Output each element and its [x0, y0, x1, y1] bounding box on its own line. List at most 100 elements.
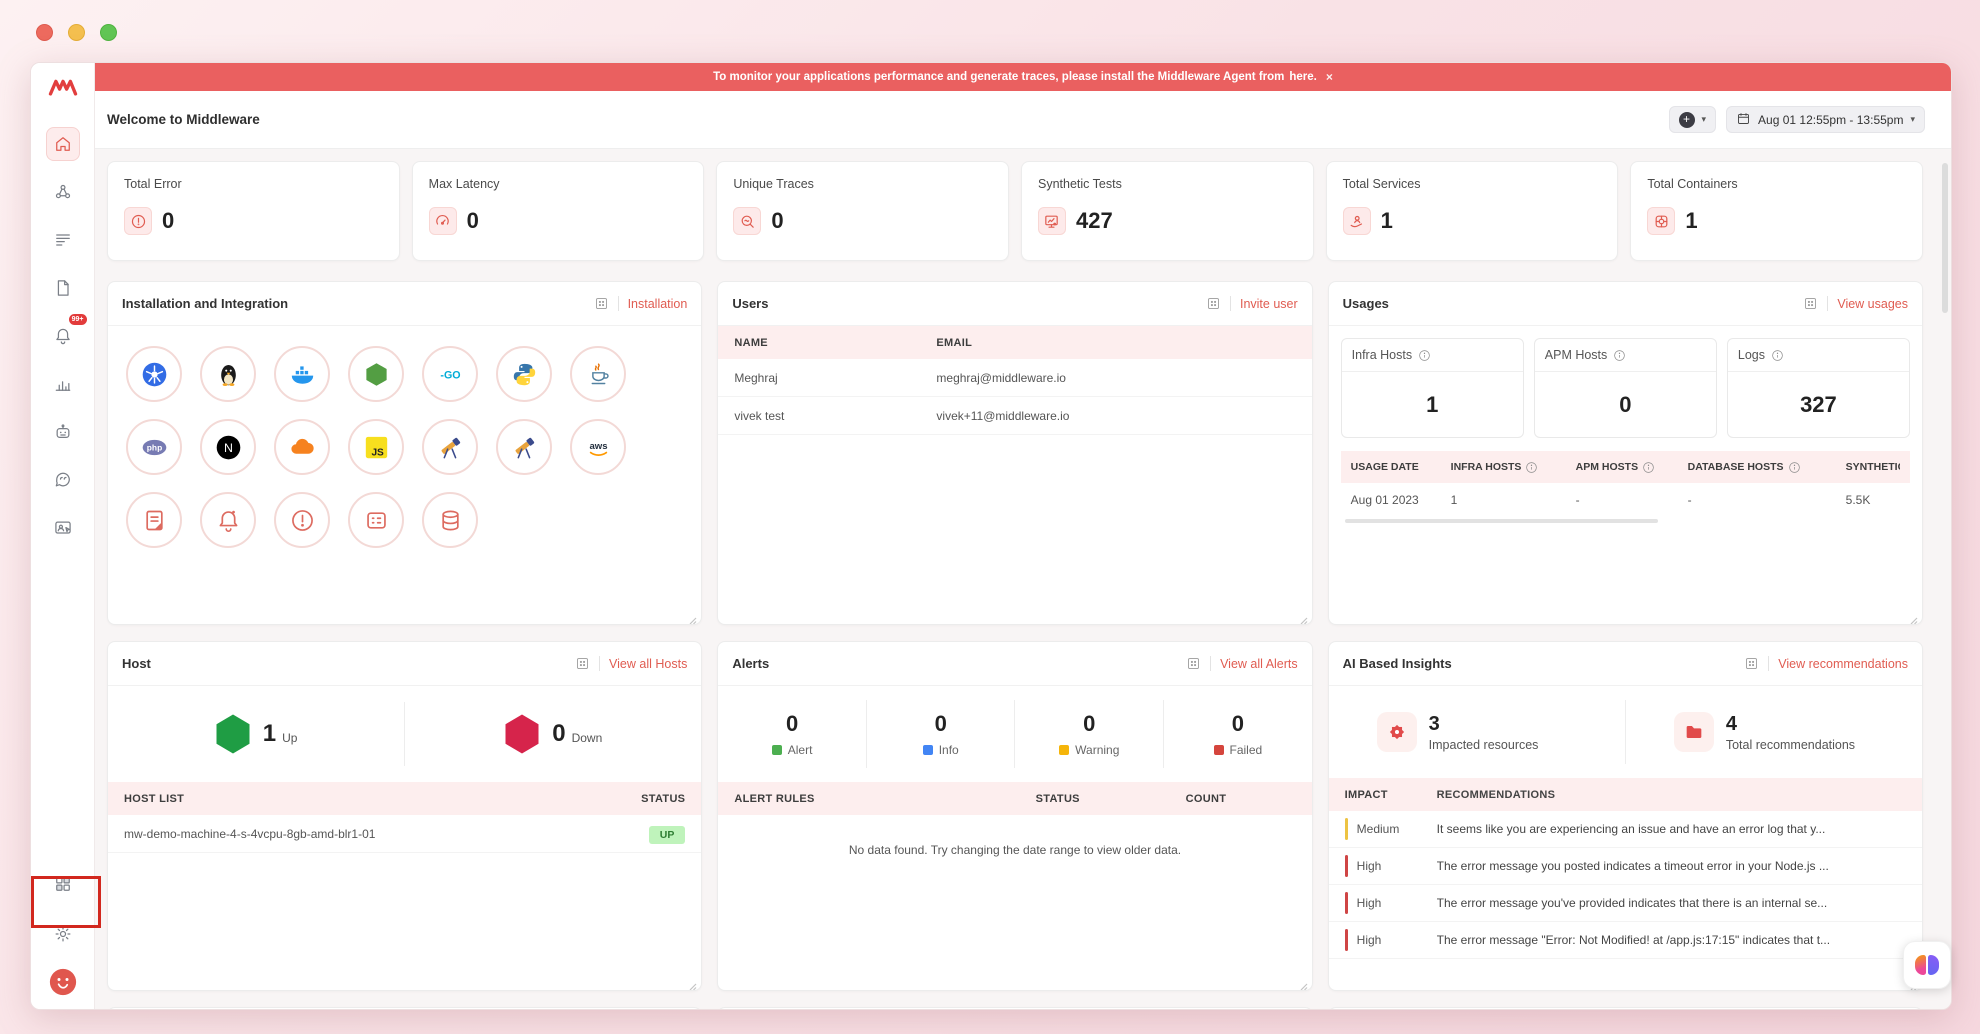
stat-value: 0: [466, 208, 479, 233]
info-icon[interactable]: [1613, 349, 1626, 362]
severity-bar: [1344, 818, 1348, 840]
column-header: RECOMMENDATIONS: [1436, 788, 1556, 801]
close-window-button[interactable]: [36, 24, 53, 41]
docker-icon[interactable]: [274, 346, 330, 402]
view-recommendations-link[interactable]: View recommendations: [1778, 657, 1908, 671]
telescope-icon[interactable]: [496, 419, 552, 475]
bell-icon[interactable]: [200, 492, 256, 548]
column-header: STATUS: [641, 792, 686, 805]
sidebar-item-assistant[interactable]: [46, 415, 80, 449]
report-icon[interactable]: [126, 492, 182, 548]
installation-link[interactable]: Installation: [628, 297, 688, 311]
resize-handle[interactable]: [689, 978, 697, 990]
insight-row[interactable]: High The error message you posted indica…: [1328, 848, 1922, 885]
sidebar-item-infrastructure[interactable]: [46, 175, 80, 209]
insight-row[interactable]: High The error message "Error: Not Modif…: [1328, 922, 1922, 959]
dashboard-content: Total Error 0 Max Latency 0 Unique Trace…: [95, 149, 1951, 1009]
python-icon[interactable]: [496, 346, 552, 402]
host-row[interactable]: mw-demo-machine-4-s-4vcpu-8gb-amd-blr1-0…: [108, 815, 702, 853]
add-to-dashboard-icon[interactable]: [594, 296, 609, 311]
insight-row[interactable]: High The error message you've provided i…: [1328, 885, 1922, 922]
alert-stat-value: 0: [1083, 711, 1096, 736]
maximize-window-button[interactable]: [100, 24, 117, 41]
card-title: AI Based Insights: [1342, 656, 1452, 671]
kubernetes-icon[interactable]: [126, 346, 182, 402]
view-usages-link[interactable]: View usages: [1837, 297, 1908, 311]
resize-handle[interactable]: [1910, 612, 1918, 624]
legend-square: [1059, 745, 1070, 755]
minimize-window-button[interactable]: [68, 24, 85, 41]
insight-row[interactable]: Medium It seems like you are experiencin…: [1328, 811, 1922, 848]
sidebar-item-dashboards[interactable]: [46, 367, 80, 401]
sidebar-item-apps[interactable]: [46, 867, 80, 901]
view-all-alerts-link[interactable]: View all Alerts: [1220, 657, 1298, 671]
banner-close-icon[interactable]: ×: [1326, 70, 1333, 84]
main-area: To monitor your applications performance…: [95, 63, 1951, 1009]
date-range-picker[interactable]: Aug 01 12:55pm - 13:55pm ▾: [1726, 106, 1925, 133]
database-hosts-value: -: [1687, 493, 1692, 507]
install-agent-banner: To monitor your applications performance…: [95, 63, 1951, 91]
nextjs-icon[interactable]: N: [200, 419, 256, 475]
hosts-up-label: Up: [282, 731, 298, 745]
database-icon[interactable]: [422, 492, 478, 548]
middleware-logo[interactable]: [48, 77, 78, 99]
sidebar-item-alerts[interactable]: 99+: [46, 314, 87, 353]
add-to-dashboard-icon[interactable]: [1206, 296, 1221, 311]
banner-here-link[interactable]: here.: [1289, 71, 1317, 83]
alert-count-badge: 99+: [68, 314, 87, 325]
legend-square: [922, 745, 933, 755]
info-icon[interactable]: [1525, 461, 1538, 474]
telescope-icon[interactable]: [422, 419, 478, 475]
info-icon[interactable]: [1642, 461, 1655, 474]
invite-user-link[interactable]: Invite user: [1240, 297, 1298, 311]
ai-assistant-button[interactable]: [1903, 941, 1951, 989]
bot-icon: [56, 424, 69, 439]
horizontal-scrollbar[interactable]: [1344, 519, 1658, 523]
sidebar-item-traces[interactable]: [46, 271, 80, 305]
nodejs-icon[interactable]: [348, 346, 404, 402]
view-all-hosts-link[interactable]: View all Hosts: [609, 657, 687, 671]
info-icon[interactable]: [1788, 461, 1801, 474]
resize-handle[interactable]: [1300, 978, 1308, 990]
table-icon[interactable]: [348, 492, 404, 548]
desktop-background: 99+ To monitor your applications perform…: [0, 0, 1980, 1034]
add-to-dashboard-icon[interactable]: [1744, 656, 1759, 671]
user-avatar[interactable]: [48, 967, 78, 997]
add-widget-button[interactable]: + ▾: [1668, 106, 1717, 133]
java-icon[interactable]: [570, 346, 626, 402]
column-header: ALERT RULES: [734, 792, 815, 805]
stat-card: Total Services 1: [1325, 161, 1619, 261]
host-card: Host View all Hosts 1 Up 0 Down HOST LIS…: [107, 641, 703, 991]
cloudflare-icon[interactable]: [274, 419, 330, 475]
window-controls: [36, 24, 117, 41]
svg-text:JS: JS: [371, 447, 384, 458]
sidebar-item-home[interactable]: [45, 127, 80, 161]
php-icon[interactable]: php: [126, 419, 182, 475]
alert-icon[interactable]: [274, 492, 330, 548]
sidebar-item-feedback[interactable]: [46, 463, 80, 497]
go-icon[interactable]: -GO: [422, 346, 478, 402]
user-name: Meghraj: [734, 370, 778, 385]
alert-stats: 0 Alert 0 Info 0 Warning 0 Failed: [718, 686, 1311, 782]
stat-label: Total Error: [124, 177, 182, 191]
add-to-dashboard-icon[interactable]: [1803, 296, 1818, 311]
vertical-scrollbar-thumb[interactable]: [1942, 163, 1948, 313]
aws-icon[interactable]: aws: [570, 419, 626, 475]
user-email: meghraj@middleware.io: [936, 370, 1066, 385]
javascript-icon[interactable]: JS: [348, 419, 404, 475]
date-range-label: Aug 01 12:55pm - 13:55pm: [1758, 112, 1904, 127]
linux-icon[interactable]: [200, 346, 256, 402]
usage-date: Aug 01 2023: [1350, 493, 1419, 507]
add-to-dashboard-icon[interactable]: [1186, 656, 1201, 671]
sidebar-item-settings[interactable]: [46, 917, 80, 951]
users-table-header: NAME EMAIL: [718, 326, 1312, 359]
usage-table: USAGE DATE INFRA HOSTS APM HOSTS DATABAS…: [1340, 451, 1910, 523]
info-icon[interactable]: [1418, 349, 1431, 362]
resize-handle[interactable]: [689, 612, 697, 624]
add-to-dashboard-icon[interactable]: [575, 656, 590, 671]
sidebar-item-logs[interactable]: [46, 223, 80, 257]
info-icon[interactable]: [1771, 349, 1784, 362]
sidebar-item-rum[interactable]: [46, 511, 80, 545]
resize-handle[interactable]: [1300, 612, 1308, 624]
usage-table-header: USAGE DATE INFRA HOSTS APM HOSTS DATABAS…: [1340, 451, 1910, 483]
